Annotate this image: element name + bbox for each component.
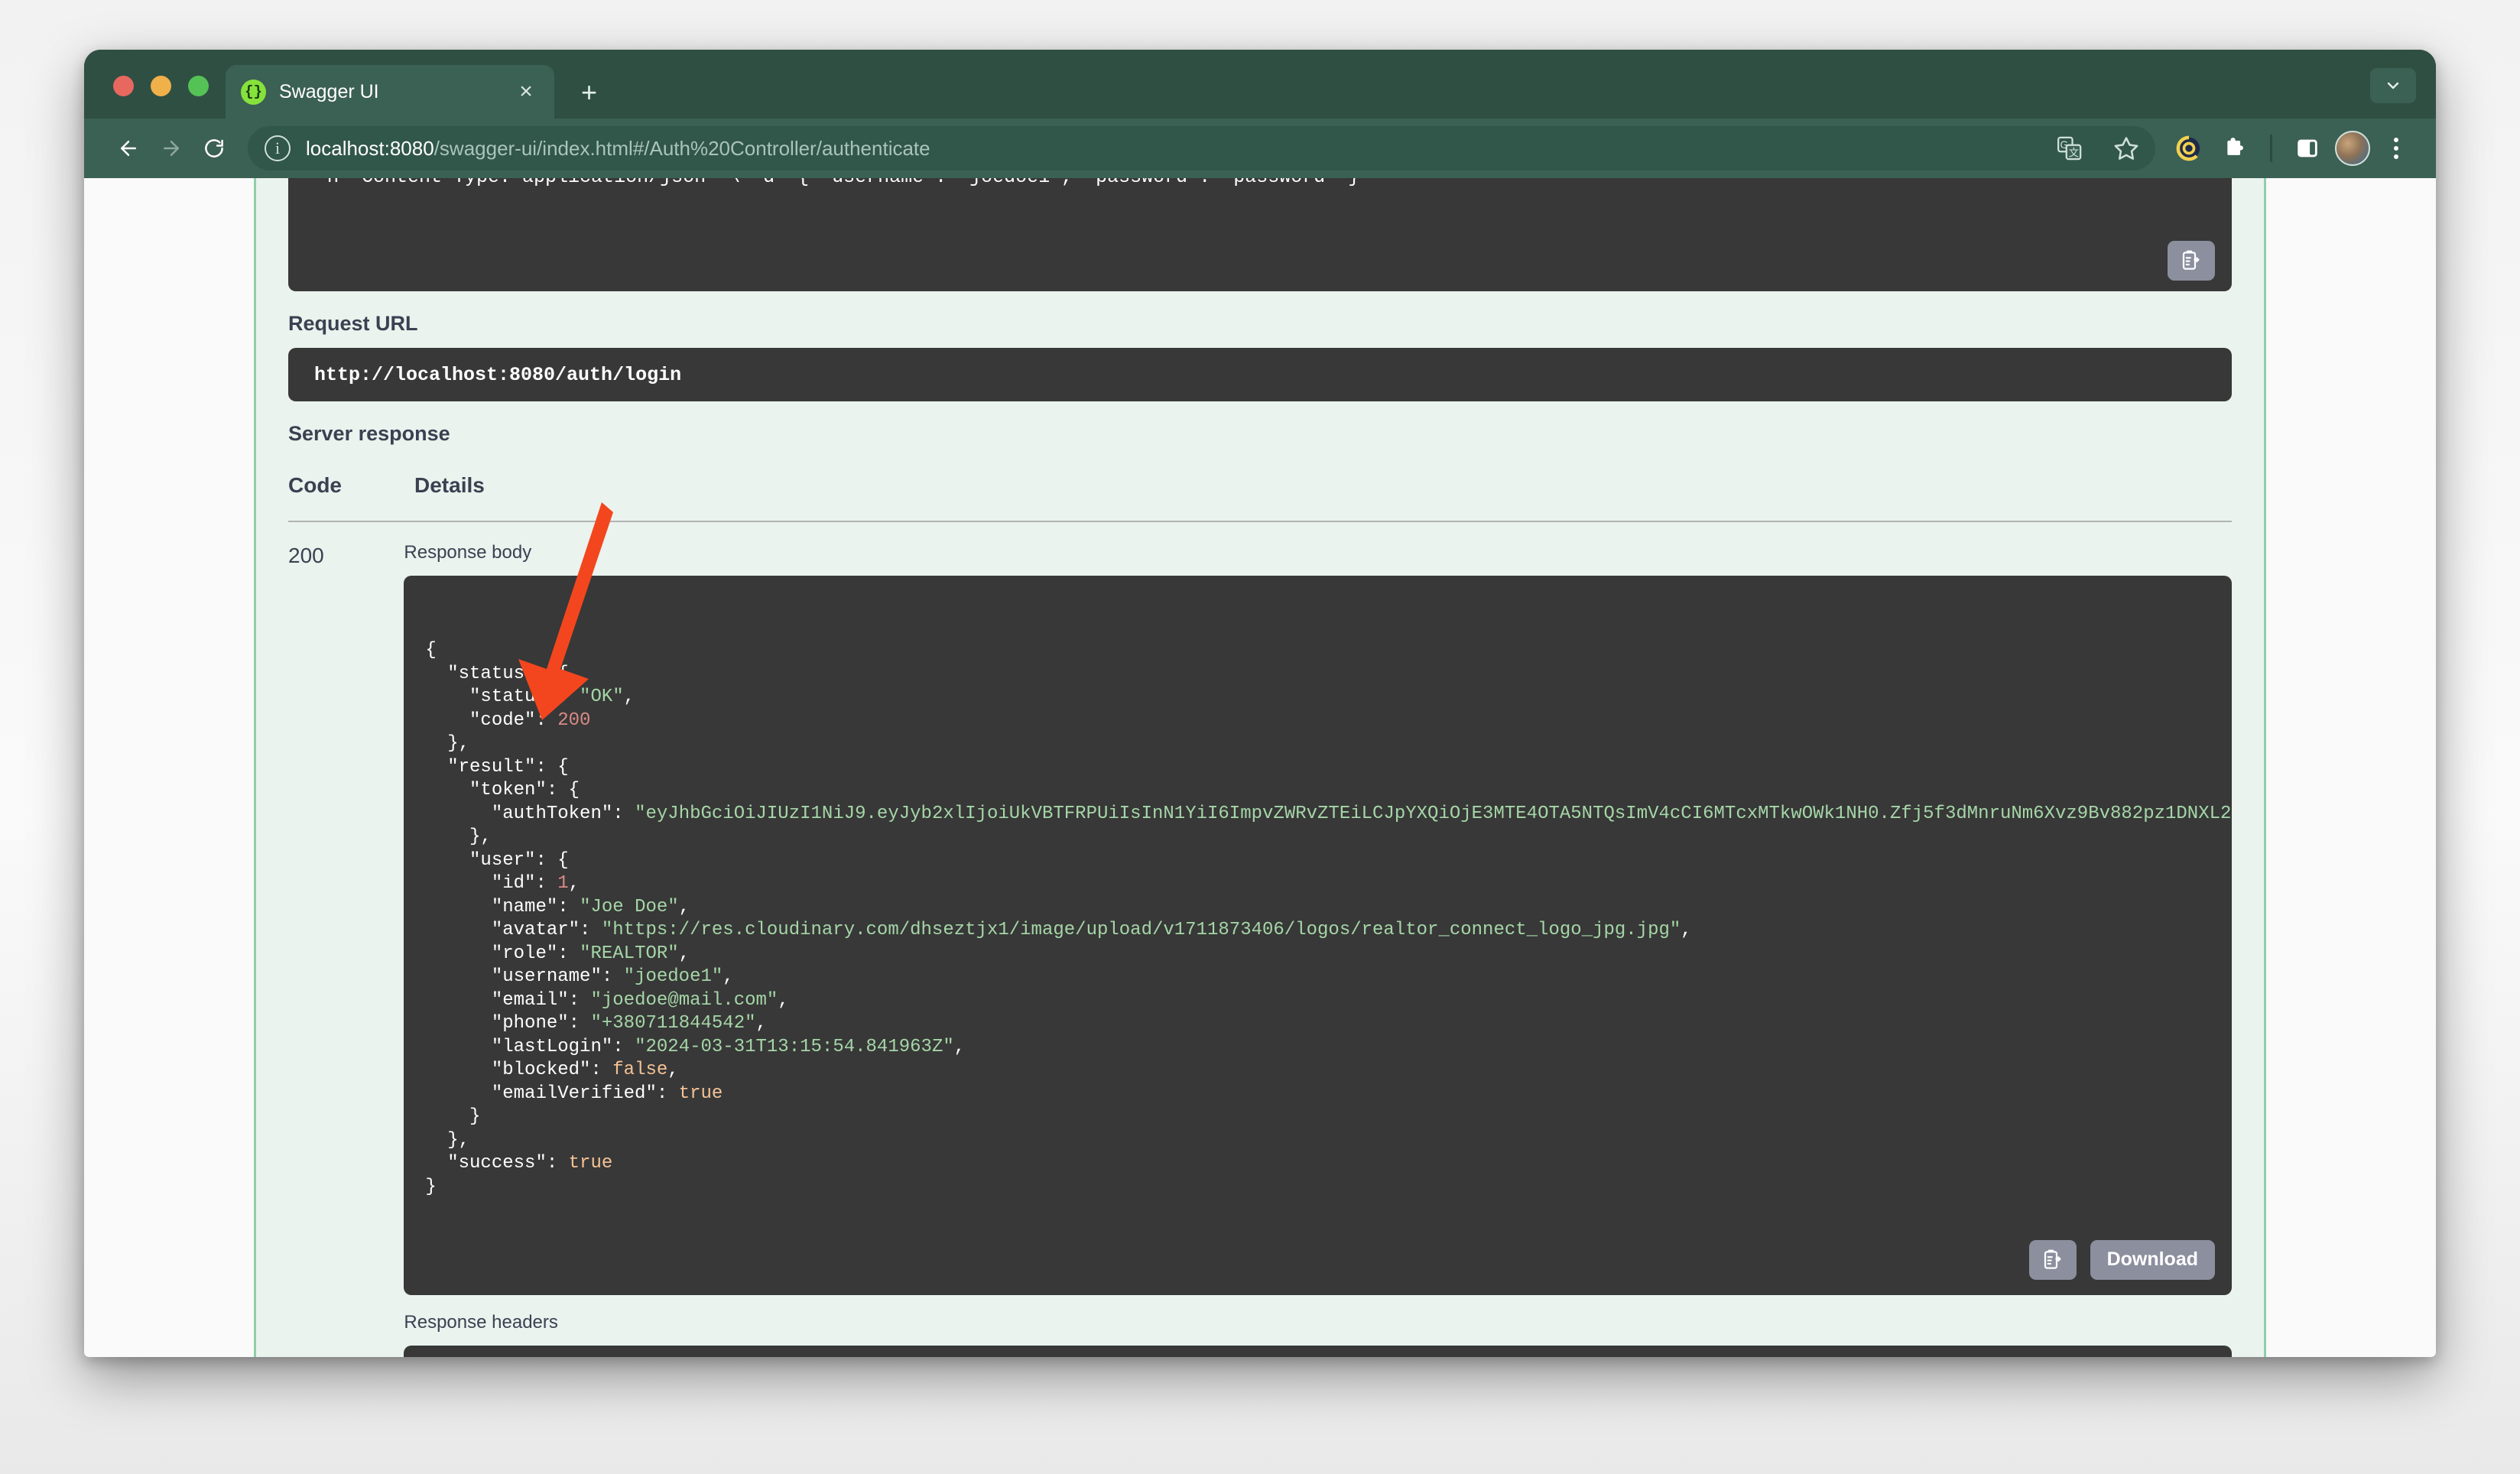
reload-icon <box>205 139 223 157</box>
forward-button[interactable] <box>150 127 193 170</box>
svg-text:文: 文 <box>2069 148 2079 159</box>
profile-badge-icon <box>2176 135 2200 161</box>
curl-command-text: -H 'Content-Type: application/json' \ -d… <box>316 178 2204 190</box>
url-text: localhost:8080/swagger-ui/index.html#/Au… <box>306 137 2041 161</box>
side-panel-button[interactable] <box>2289 130 2326 167</box>
response-status-code: 200 <box>288 544 324 567</box>
swagger-favicon-icon: {} <box>241 79 266 105</box>
response-row: 200 Response body { "status": { "status"… <box>288 522 2232 1357</box>
translate-button[interactable]: G 文 <box>2051 130 2088 167</box>
forward-arrow-icon <box>164 141 179 156</box>
window-traffic-lights <box>113 76 209 96</box>
url-path: /swagger-ui/index.html#/Auth%20Controlle… <box>434 136 930 160</box>
profile-badge-button[interactable] <box>2171 130 2207 167</box>
maximize-window-button[interactable] <box>188 76 209 96</box>
response-body-label: Response body <box>404 542 532 563</box>
close-window-button[interactable] <box>113 76 134 96</box>
download-button[interactable]: Download <box>2090 1239 2215 1280</box>
bookmark-button[interactable] <box>2108 130 2145 167</box>
page-viewport: -H 'Content-Type: application/json' \ -d… <box>84 178 2436 1357</box>
browser-tab-swagger-ui[interactable]: {} Swagger UI × <box>226 65 554 119</box>
tab-strip: {} Swagger UI × + <box>84 50 2436 119</box>
new-tab-button[interactable]: + <box>581 79 597 106</box>
copy-to-clipboard-icon <box>2044 1249 2061 1269</box>
server-response-label: Server response <box>288 422 450 445</box>
side-panel-icon <box>2298 139 2317 157</box>
translate-icon: G 文 <box>2057 136 2082 161</box>
response-body-json: { "status": { "status": "OK", "code": 20… <box>425 640 2232 1197</box>
reload-button[interactable] <box>193 127 235 170</box>
minimize-window-button[interactable] <box>151 76 171 96</box>
bookmark-star-icon <box>2114 137 2138 160</box>
response-table-header: Code Details <box>288 458 2232 498</box>
curl-command-block: -H 'Content-Type: application/json' \ -d… <box>288 178 2232 291</box>
response-details: Response body { "status": { "status": "O… <box>404 542 2232 1357</box>
browser-toolbar: i localhost:8080/swagger-ui/index.html#/… <box>84 119 2436 178</box>
screenshot-root: {} Swagger UI × + i localhost:8080/swagg… <box>0 0 2520 1474</box>
copy-response-button[interactable] <box>2028 1239 2077 1280</box>
request-url-label: Request URL <box>288 312 418 335</box>
response-body-actions: Download <box>2028 1239 2215 1280</box>
back-button[interactable] <box>107 127 150 170</box>
column-header-details: Details <box>414 473 485 497</box>
close-tab-icon[interactable]: × <box>513 80 539 103</box>
toolbar-divider <box>2270 135 2272 162</box>
profile-avatar[interactable] <box>2335 131 2370 166</box>
response-body-block: { "status": { "status": "OK", "code": 20… <box>404 576 2232 1295</box>
column-header-code: Code <box>288 473 342 497</box>
extensions-button[interactable] <box>2216 130 2253 167</box>
tab-title: Swagger UI <box>279 80 379 102</box>
site-info-icon[interactable]: i <box>265 135 291 161</box>
back-arrow-icon <box>121 141 136 156</box>
tab-search-button[interactable] <box>2370 68 2416 103</box>
extensions-puzzle-icon <box>2227 138 2243 155</box>
browser-window: {} Swagger UI × + i localhost:8080/swagg… <box>84 50 2436 1357</box>
response-headers-block: cache-control: no-cache,no-store,max-age… <box>404 1345 2232 1357</box>
response-headers-label: Response headers <box>404 1311 558 1333</box>
chevron-down-icon <box>2387 82 2399 89</box>
copy-to-clipboard-icon <box>2182 250 2200 270</box>
browser-menu-button[interactable] <box>2379 130 2413 167</box>
url-host: localhost:8080 <box>306 136 434 160</box>
address-bar[interactable]: i localhost:8080/swagger-ui/index.html#/… <box>248 126 2155 170</box>
omnibox-actions: G 文 <box>2051 130 2145 167</box>
copy-curl-button[interactable] <box>2168 241 2215 281</box>
swagger-content: -H 'Content-Type: application/json' \ -d… <box>254 178 2266 1357</box>
toolbar-right-actions <box>2171 130 2413 167</box>
request-url-value: http://localhost:8080/auth/login <box>288 348 2232 401</box>
